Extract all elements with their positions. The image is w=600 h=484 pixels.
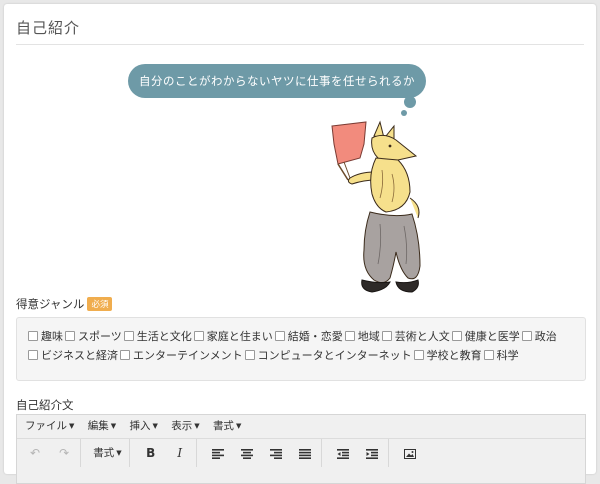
genre-checkbox-item[interactable]: 趣味 xyxy=(28,327,63,346)
checkbox[interactable] xyxy=(344,331,355,341)
menu-edit[interactable]: 編集 ▼ xyxy=(88,415,116,438)
checkbox[interactable] xyxy=(274,331,285,341)
genre-checkbox-item[interactable]: ビジネスと経済 xyxy=(28,346,118,365)
align-right-icon[interactable] xyxy=(267,439,285,467)
genre-checkbox-item[interactable]: コンピュータとインターネット xyxy=(244,346,412,365)
genre-checkbox-item[interactable]: 生活と文化 xyxy=(123,327,192,346)
checkbox-label: ビジネスと経済 xyxy=(41,349,118,362)
checkbox-label: 結婚・恋愛 xyxy=(287,330,343,343)
format-dropdown[interactable]: 書式 ▼ xyxy=(93,439,121,467)
indent-icon[interactable] xyxy=(363,439,381,467)
checkbox[interactable] xyxy=(451,331,462,341)
align-group xyxy=(206,439,323,467)
checkbox-label: 政治 xyxy=(534,330,557,343)
align-left-icon[interactable] xyxy=(209,439,227,467)
fox-illustration xyxy=(331,120,421,293)
bubble-tail-dot xyxy=(404,96,416,108)
menu-format-label: 書式 xyxy=(212,420,234,432)
speech-bubble: 自分のことがわからないヤツに仕事を任せられるかい？ xyxy=(128,64,426,122)
align-justify-icon[interactable] xyxy=(296,439,314,467)
genre-checkbox-item[interactable]: 芸術と人文 xyxy=(381,327,450,346)
menu-file-label: ファイル xyxy=(25,420,67,432)
undo-icon[interactable]: ↶ xyxy=(26,439,44,467)
menu-insert[interactable]: 挿入 ▼ xyxy=(129,415,157,438)
align-center-icon[interactable] xyxy=(238,439,256,467)
genre-checkbox-item[interactable]: 健康と医学 xyxy=(451,327,520,346)
checkbox-label: エンターテインメント xyxy=(133,349,243,362)
caret-down-icon: ▼ xyxy=(152,422,158,430)
caret-down-icon: ▼ xyxy=(235,422,242,430)
menu-view[interactable]: 表示 ▼ xyxy=(171,415,199,438)
profile-card: 自己紹介 自分のことがわからないヤツに仕事を任せられるかい？ 得意ジャンル必須 xyxy=(4,4,596,484)
checkbox[interactable] xyxy=(193,331,204,341)
checkbox-label: 家庭と住まい xyxy=(206,330,273,343)
genre-label-text: 得意ジャンル xyxy=(16,297,85,311)
genre-checkbox-item[interactable]: スポーツ xyxy=(65,327,122,346)
checkbox-label: 生活と文化 xyxy=(136,330,192,343)
checkbox-label: 趣味 xyxy=(41,330,63,343)
format-group: 書式 ▼ xyxy=(90,439,130,467)
section-title: 自己紹介 xyxy=(16,17,584,45)
checkbox[interactable] xyxy=(123,331,134,341)
genre-row: 趣味 スポーツ 生活と文化 家庭と住まい 結婚・恋愛 地域 芸術と人文 健康と医学 政治 xyxy=(28,327,585,346)
genre-checkbox-item[interactable]: 家庭と住まい xyxy=(193,327,273,346)
rich-text-editor: ファイル ▼ 編集 ▼ 挿入 ▼ 表示 ▼ 書式 ▼ ↶ ↷ 書式 ▼ B I xyxy=(16,414,586,484)
italic-icon[interactable]: I xyxy=(171,439,189,467)
genre-checkbox-item[interactable]: 科学 xyxy=(483,346,519,365)
checkbox[interactable] xyxy=(483,350,494,360)
checkbox-label: 芸術と人文 xyxy=(394,330,450,343)
indent-group xyxy=(331,439,390,467)
checkbox[interactable] xyxy=(28,331,38,341)
checkbox[interactable] xyxy=(381,331,392,341)
checkbox[interactable] xyxy=(413,350,424,360)
editor-menubar: ファイル ▼ 編集 ▼ 挿入 ▼ 表示 ▼ 書式 ▼ xyxy=(17,415,585,439)
menu-format[interactable]: 書式 ▼ xyxy=(213,415,241,438)
checkbox-label: スポーツ xyxy=(78,330,122,343)
genre-label: 得意ジャンル 必須 xyxy=(16,296,113,312)
menu-file[interactable]: ファイル ▼ xyxy=(25,415,74,438)
caret-down-icon: ▼ xyxy=(69,422,75,430)
checkbox-label: 健康と医学 xyxy=(464,330,520,343)
editor-toolbar: ↶ ↷ 書式 ▼ B I xyxy=(17,439,585,467)
menu-view-label: 表示 xyxy=(171,420,193,432)
checkbox-label: 学校と教育 xyxy=(426,349,482,362)
checkbox-label: コンピュータとインターネット xyxy=(257,349,412,362)
history-group: ↶ ↷ xyxy=(23,439,82,467)
format-dropdown-label: 書式 xyxy=(93,447,115,459)
image-icon[interactable] xyxy=(401,439,419,467)
outdent-icon[interactable] xyxy=(334,439,352,467)
intro-label: 自己紹介文 xyxy=(16,398,74,412)
required-badge: 必須 xyxy=(87,297,113,311)
checkbox[interactable] xyxy=(120,350,130,360)
genre-checkbox-group: 趣味 スポーツ 生活と文化 家庭と住まい 結婚・恋愛 地域 芸術と人文 健康と医学 政治 ビジネ… xyxy=(16,317,586,381)
genre-checkbox-item[interactable]: 政治 xyxy=(521,327,557,346)
checkbox[interactable] xyxy=(521,331,532,341)
genre-checkbox-item[interactable]: 学校と教育 xyxy=(413,346,482,365)
redo-icon[interactable]: ↷ xyxy=(55,439,73,467)
genre-row: ビジネスと経済 エンターテインメント コンピュータとインターネット 学校と教育 科学 xyxy=(28,346,585,365)
checkbox-label: 地域 xyxy=(357,330,380,343)
checkbox[interactable] xyxy=(65,331,75,341)
bold-icon[interactable]: B xyxy=(142,439,160,467)
caret-down-icon: ▼ xyxy=(194,422,200,430)
checkbox-label: 科学 xyxy=(496,349,519,362)
caret-down-icon: ▼ xyxy=(116,449,122,457)
genre-checkbox-item[interactable]: 結婚・恋愛 xyxy=(274,327,343,346)
menu-insert-label: 挿入 xyxy=(129,420,151,432)
checkbox[interactable] xyxy=(28,350,38,360)
genre-checkbox-item[interactable]: エンターテインメント xyxy=(120,346,243,365)
caret-down-icon: ▼ xyxy=(110,422,117,430)
style-group: B I xyxy=(139,439,197,467)
media-group xyxy=(398,439,426,467)
checkbox[interactable] xyxy=(244,350,255,360)
menu-edit-label: 編集 xyxy=(87,420,109,432)
genre-checkbox-item[interactable]: 地域 xyxy=(344,327,380,346)
